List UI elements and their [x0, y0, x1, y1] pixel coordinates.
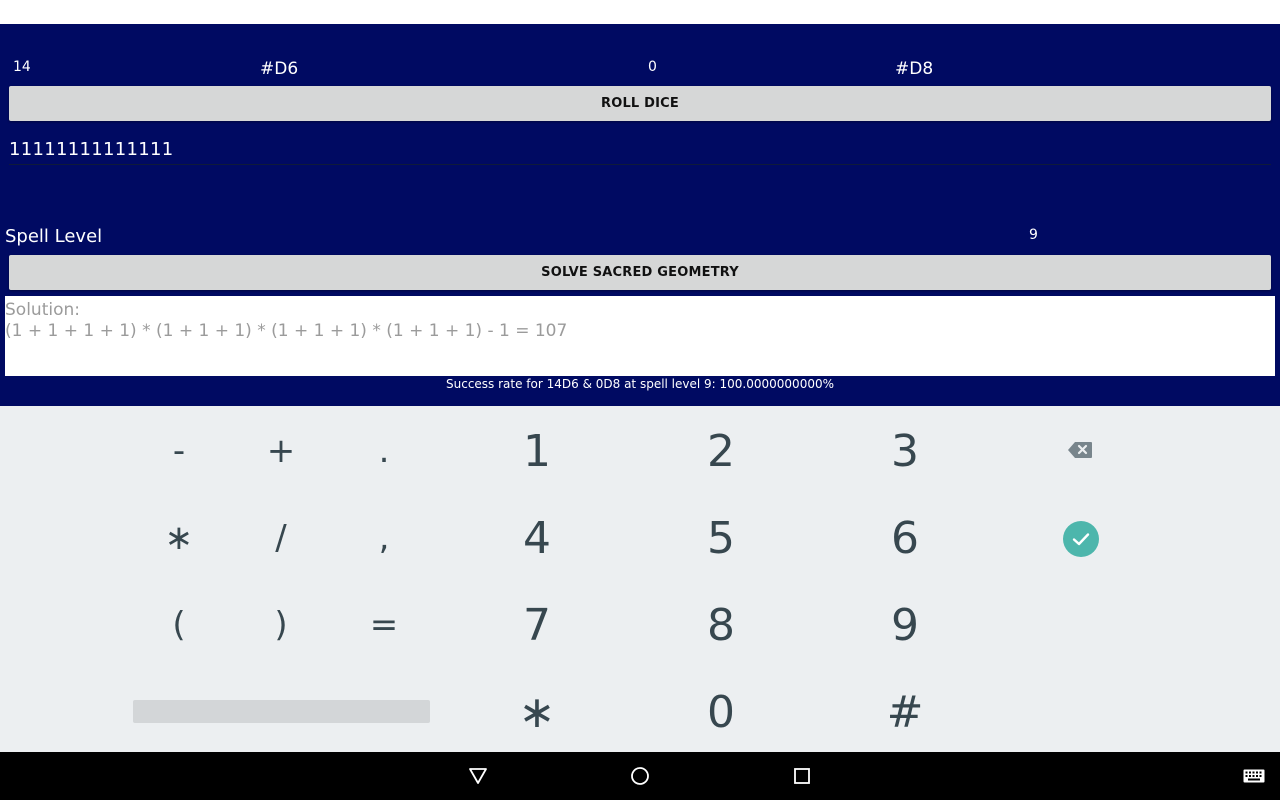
key-4[interactable]: 4 [477, 503, 597, 573]
key-8[interactable]: 8 [661, 590, 781, 660]
key-5[interactable]: 5 [661, 503, 781, 573]
key-open-paren[interactable]: ( [139, 595, 219, 655]
spell-level-label: Spell Level [5, 226, 103, 247]
key-equals[interactable]: = [344, 595, 424, 655]
success-rate-text: Success rate for 14D6 & 0D8 at spell lev… [446, 377, 834, 391]
backspace-icon[interactable] [1055, 430, 1105, 470]
d8-label: #D8 [895, 59, 934, 79]
space-bar[interactable] [133, 700, 430, 723]
d6-count-input[interactable]: 14 [13, 59, 31, 75]
key-minus[interactable]: - [139, 421, 219, 481]
key-6[interactable]: 6 [845, 503, 965, 573]
key-period[interactable]: . [344, 421, 424, 481]
back-icon[interactable] [458, 752, 498, 800]
navigation-bar [0, 752, 1280, 800]
key-0[interactable]: 0 [661, 677, 781, 747]
d8-count-input[interactable]: 0 [648, 59, 657, 75]
solution-output: Solution: (1 + 1 + 1 + 1) * (1 + 1 + 1) … [5, 296, 1275, 376]
numeric-keyboard: - + . ∗ / , ( ) = 1 2 3 4 5 6 7 8 9 ∗ 0 … [0, 406, 1280, 752]
key-7[interactable]: 7 [477, 590, 597, 660]
key-2[interactable]: 2 [661, 416, 781, 486]
key-plus[interactable]: + [241, 421, 321, 481]
d6-label: #D6 [260, 59, 299, 79]
app-content: 14 #D6 0 #D8 ROLL DICE 11111111111111 Sp… [0, 24, 1280, 406]
keyboard-icon[interactable] [1238, 752, 1270, 800]
home-icon[interactable] [620, 752, 660, 800]
key-comma[interactable]: , [344, 508, 424, 568]
key-close-paren[interactable]: ) [241, 595, 321, 655]
key-3[interactable]: 3 [845, 416, 965, 486]
solve-sacred-geometry-button[interactable]: SOLVE SACRED GEOMETRY [9, 255, 1271, 290]
roll-result-field[interactable]: 11111111111111 [9, 139, 1271, 165]
status-bar [0, 0, 1280, 24]
solution-expression: (1 + 1 + 1 + 1) * (1 + 1 + 1) * (1 + 1 +… [5, 321, 568, 341]
key-asterisk[interactable]: ∗ [139, 508, 219, 568]
solution-heading: Solution: [5, 300, 80, 320]
spell-level-input[interactable]: 9 [1029, 227, 1038, 243]
recents-icon[interactable] [782, 752, 822, 800]
key-slash[interactable]: / [241, 508, 321, 568]
check-icon[interactable] [1062, 520, 1099, 557]
key-1[interactable]: 1 [477, 416, 597, 486]
key-star[interactable]: ∗ [477, 677, 597, 747]
key-9[interactable]: 9 [845, 590, 965, 660]
roll-dice-button[interactable]: ROLL DICE [9, 86, 1271, 121]
key-hash[interactable]: # [845, 677, 965, 747]
